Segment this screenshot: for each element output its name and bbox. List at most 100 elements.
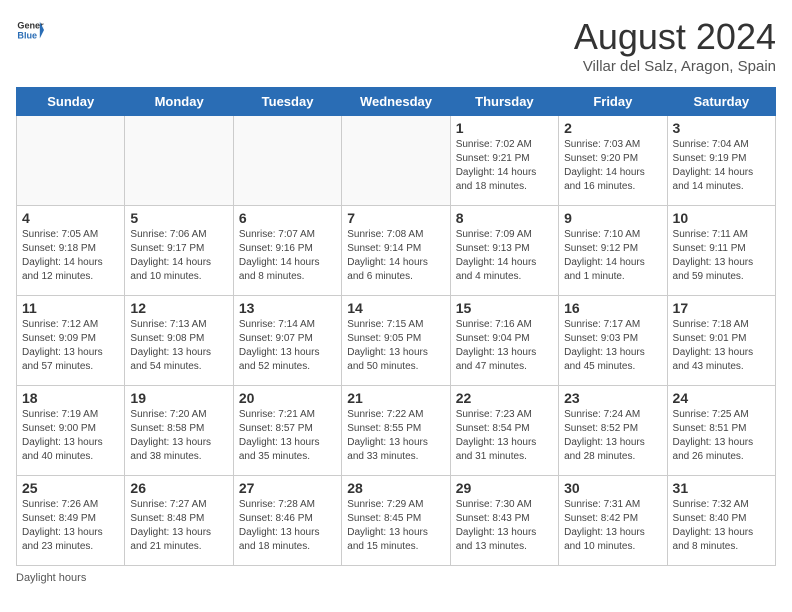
day-info: Sunrise: 7:30 AM Sunset: 8:43 PM Dayligh…	[456, 498, 553, 554]
calendar-cell: 8Sunrise: 7:09 AM Sunset: 9:13 PM Daylig…	[450, 206, 558, 296]
day-info: Sunrise: 7:31 AM Sunset: 8:42 PM Dayligh…	[564, 498, 661, 554]
calendar-cell: 28 Sunrise: 7:29 AM Sunset: 8:45 PM Dayli…	[342, 476, 450, 566]
main-title: August 2024	[574, 16, 776, 58]
day-info: Sunrise: 7:02 AM Sunset: 9:21 PM Dayligh…	[456, 138, 553, 194]
day-number: 1	[456, 120, 553, 136]
day-info: Sunrise: 7:06 AM Sunset: 9:17 PM Dayligh…	[130, 228, 227, 284]
day-number: 30	[564, 480, 661, 496]
day-info: Sunrise: 7:27 AM Sunset: 8:48 PM Dayligh…	[130, 498, 227, 554]
calendar-cell: 4 Sunrise: 7:05 AM Sunset: 9:18 PM Daylig…	[17, 206, 125, 296]
day-number: 25	[22, 480, 119, 496]
day-info: Sunrise: 7:17 AM Sunset: 9:03 PM Dayligh…	[564, 318, 661, 374]
day-number: 9	[564, 210, 661, 226]
calendar-cell	[125, 116, 233, 206]
week-row-5: 25 Sunrise: 7:26 AM Sunset: 8:49 PM Dayli…	[17, 476, 776, 566]
day-info: Sunrise: 7:22 AM Sunset: 8:55 PM Dayligh…	[347, 408, 444, 464]
column-header-tuesday: Tuesday	[233, 88, 341, 116]
day-info: Sunrise: 7:24 AM Sunset: 8:52 PM Dayligh…	[564, 408, 661, 464]
calendar-header-row: SundayMondayTuesdayWednesdayThursdayFrid…	[17, 88, 776, 116]
calendar-cell: 6 Sunrise: 7:07 AM Sunset: 9:16 PM Daylig…	[233, 206, 341, 296]
footer: Daylight hours	[16, 572, 776, 584]
calendar-cell: 17 Sunrise: 7:18 AM Sunset: 9:01 PM Dayli…	[667, 296, 775, 386]
calendar-cell: 23 Sunrise: 7:24 AM Sunset: 8:52 PM Dayli…	[559, 386, 667, 476]
column-header-friday: Friday	[559, 88, 667, 116]
day-number: 2	[564, 120, 661, 136]
day-number: 16	[564, 300, 661, 316]
day-number: 20	[239, 390, 336, 406]
daylight-label: Daylight hours	[16, 572, 86, 584]
day-number: 31	[673, 480, 770, 496]
day-number: 19	[130, 390, 227, 406]
day-info: Sunrise: 7:10 AM Sunset: 9:12 PM Dayligh…	[564, 228, 661, 284]
title-section: August 2024 Villar del Salz, Aragon, Spa…	[574, 16, 776, 75]
day-info: Sunrise: 7:05 AM Sunset: 9:18 PM Dayligh…	[22, 228, 119, 284]
calendar-cell: 19 Sunrise: 7:20 AM Sunset: 8:58 PM Dayli…	[125, 386, 233, 476]
calendar-cell: 3 Sunrise: 7:04 AM Sunset: 9:19 PM Daylig…	[667, 116, 775, 206]
day-info: Sunrise: 7:25 AM Sunset: 8:51 PM Dayligh…	[673, 408, 770, 464]
calendar-cell: 16 Sunrise: 7:17 AM Sunset: 9:03 PM Dayli…	[559, 296, 667, 386]
calendar-cell: 10Sunrise: 7:11 AM Sunset: 9:11 PM Dayli…	[667, 206, 775, 296]
calendar-cell: 11 Sunrise: 7:12 AM Sunset: 9:09 PM Dayli…	[17, 296, 125, 386]
day-number: 7	[347, 210, 444, 226]
day-number: 24	[673, 390, 770, 406]
calendar-cell: 29 Sunrise: 7:30 AM Sunset: 8:43 PM Dayli…	[450, 476, 558, 566]
calendar-cell: 20Sunrise: 7:21 AM Sunset: 8:57 PM Dayli…	[233, 386, 341, 476]
day-info: Sunrise: 7:04 AM Sunset: 9:19 PM Dayligh…	[673, 138, 770, 194]
column-header-monday: Monday	[125, 88, 233, 116]
calendar-cell: 27Sunrise: 7:28 AM Sunset: 8:46 PM Dayli…	[233, 476, 341, 566]
calendar-cell: 12Sunrise: 7:13 AM Sunset: 9:08 PM Dayli…	[125, 296, 233, 386]
day-info: Sunrise: 7:16 AM Sunset: 9:04 PM Dayligh…	[456, 318, 553, 374]
calendar-table: SundayMondayTuesdayWednesdayThursdayFrid…	[16, 87, 776, 566]
day-number: 21	[347, 390, 444, 406]
calendar-cell: 14 Sunrise: 7:15 AM Sunset: 9:05 PM Dayli…	[342, 296, 450, 386]
page-header: General Blue August 2024 Villar del Salz…	[16, 16, 776, 75]
day-number: 4	[22, 210, 119, 226]
day-info: Sunrise: 7:28 AM Sunset: 8:46 PM Dayligh…	[239, 498, 336, 554]
day-info: Sunrise: 7:07 AM Sunset: 9:16 PM Dayligh…	[239, 228, 336, 284]
day-number: 26	[130, 480, 227, 496]
calendar-cell: 31 Sunrise: 7:32 AM Sunset: 8:40 PM Dayli…	[667, 476, 775, 566]
week-row-2: 4 Sunrise: 7:05 AM Sunset: 9:18 PM Daylig…	[17, 206, 776, 296]
day-info: Sunrise: 7:14 AM Sunset: 9:07 PM Dayligh…	[239, 318, 336, 374]
day-number: 28	[347, 480, 444, 496]
calendar-cell: 13 Sunrise: 7:14 AM Sunset: 9:07 PM Dayli…	[233, 296, 341, 386]
day-number: 17	[673, 300, 770, 316]
logo-icon: General Blue	[16, 16, 44, 44]
day-info: Sunrise: 7:26 AM Sunset: 8:49 PM Dayligh…	[22, 498, 119, 554]
calendar-cell: 15 Sunrise: 7:16 AM Sunset: 9:04 PM Dayli…	[450, 296, 558, 386]
day-info: Sunrise: 7:15 AM Sunset: 9:05 PM Dayligh…	[347, 318, 444, 374]
day-number: 11	[22, 300, 119, 316]
day-number: 5	[130, 210, 227, 226]
week-row-4: 18Sunrise: 7:19 AM Sunset: 9:00 PM Dayli…	[17, 386, 776, 476]
day-number: 14	[347, 300, 444, 316]
calendar-cell: 24 Sunrise: 7:25 AM Sunset: 8:51 PM Dayli…	[667, 386, 775, 476]
column-header-saturday: Saturday	[667, 88, 775, 116]
calendar-cell: 26 Sunrise: 7:27 AM Sunset: 8:48 PM Dayli…	[125, 476, 233, 566]
calendar-cell: 2 Sunrise: 7:03 AM Sunset: 9:20 PM Daylig…	[559, 116, 667, 206]
column-header-thursday: Thursday	[450, 88, 558, 116]
day-info: Sunrise: 7:09 AM Sunset: 9:13 PM Dayligh…	[456, 228, 553, 284]
day-number: 3	[673, 120, 770, 136]
day-info: Sunrise: 7:03 AM Sunset: 9:20 PM Dayligh…	[564, 138, 661, 194]
day-number: 13	[239, 300, 336, 316]
calendar-cell: 1 Sunrise: 7:02 AM Sunset: 9:21 PM Daylig…	[450, 116, 558, 206]
calendar-cell	[233, 116, 341, 206]
calendar-cell: 5 Sunrise: 7:06 AM Sunset: 9:17 PM Daylig…	[125, 206, 233, 296]
calendar-cell	[17, 116, 125, 206]
day-number: 6	[239, 210, 336, 226]
day-number: 12	[130, 300, 227, 316]
day-info: Sunrise: 7:32 AM Sunset: 8:40 PM Dayligh…	[673, 498, 770, 554]
column-header-sunday: Sunday	[17, 88, 125, 116]
calendar-cell: 22Sunrise: 7:23 AM Sunset: 8:54 PM Dayli…	[450, 386, 558, 476]
day-number: 15	[456, 300, 553, 316]
day-number: 29	[456, 480, 553, 496]
calendar-cell: 25 Sunrise: 7:26 AM Sunset: 8:49 PM Dayli…	[17, 476, 125, 566]
day-number: 23	[564, 390, 661, 406]
day-info: Sunrise: 7:19 AM Sunset: 9:00 PM Dayligh…	[22, 408, 119, 464]
calendar-cell	[342, 116, 450, 206]
day-info: Sunrise: 7:29 AM Sunset: 8:45 PM Dayligh…	[347, 498, 444, 554]
day-number: 22	[456, 390, 553, 406]
day-info: Sunrise: 7:12 AM Sunset: 9:09 PM Dayligh…	[22, 318, 119, 374]
day-info: Sunrise: 7:20 AM Sunset: 8:58 PM Dayligh…	[130, 408, 227, 464]
day-info: Sunrise: 7:18 AM Sunset: 9:01 PM Dayligh…	[673, 318, 770, 374]
